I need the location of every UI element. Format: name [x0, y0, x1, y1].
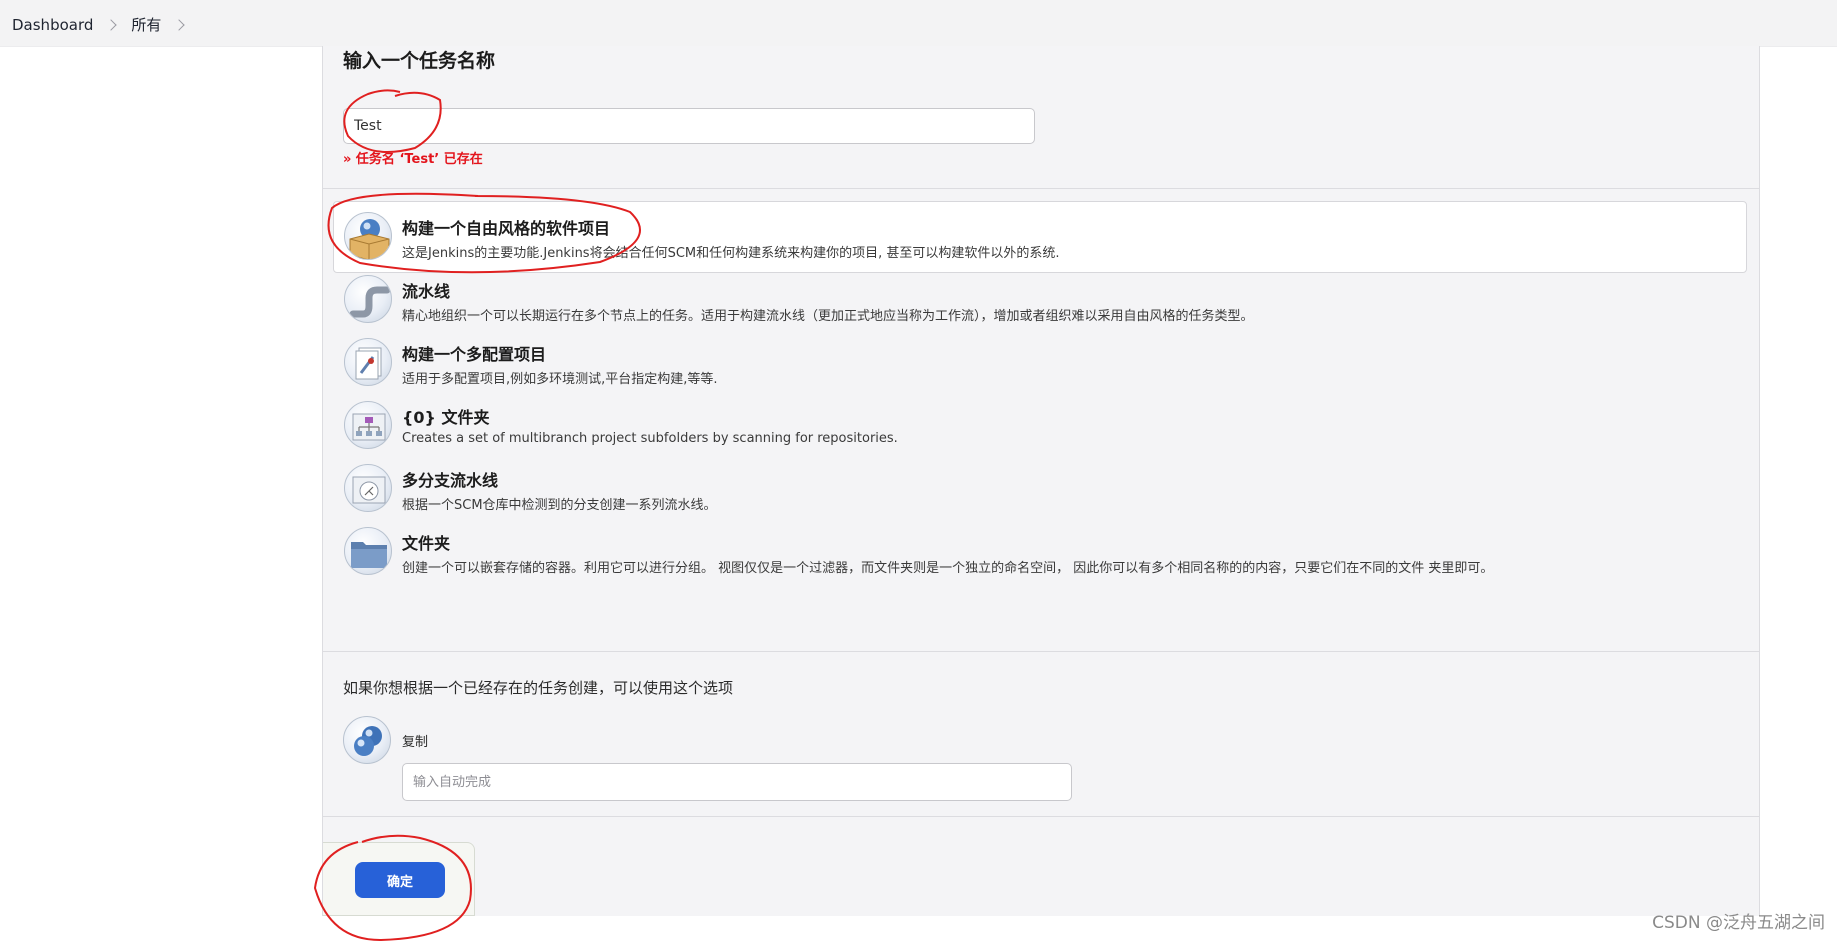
- job-type-desc: 这是Jenkins的主要功能.Jenkins将会结合任何SCM和任何构建系统来构…: [402, 246, 1060, 261]
- copy-from-hint: 如果你想根据一个已经存在的任务创建，可以使用这个选项: [343, 679, 734, 697]
- multibranch-pipeline-icon: [344, 464, 392, 512]
- copy-label: 复制: [402, 735, 429, 750]
- breadcrumb-bar: Dashboard 所有: [0, 0, 1837, 47]
- chevron-right-icon[interactable]: [105, 18, 118, 31]
- item-name-input[interactable]: [343, 108, 1035, 144]
- divider: [323, 651, 1759, 652]
- job-type-pipeline[interactable]: 流水线 精心地组织一个可以长期运行在多个节点上的任务。适用于构建流水线（更加正式…: [333, 264, 1747, 336]
- folder-icon: [344, 527, 392, 575]
- job-type-org-folder[interactable]: {0} 文件夹 Creates a set of multibranch pro…: [333, 390, 1747, 462]
- job-type-multi-config[interactable]: 构建一个多配置项目 适用于多配置项目,例如多环境测试,平台指定构建,等等.: [333, 327, 1747, 399]
- copy-icon: [343, 716, 391, 764]
- job-type-freestyle[interactable]: 构建一个自由风格的软件项目 这是Jenkins的主要功能.Jenkins将会结合…: [333, 201, 1747, 273]
- page-title: 输入一个任务名称: [343, 50, 496, 72]
- pipeline-icon: [344, 275, 392, 323]
- job-type-title: 流水线: [402, 282, 451, 301]
- job-type-multibranch-pipeline[interactable]: 多分支流水线 根据一个SCM仓库中检测到的分支创建一系列流水线。: [333, 453, 1747, 525]
- ok-button[interactable]: 确定: [355, 862, 445, 898]
- divider: [323, 188, 1759, 189]
- job-type-title: 多分支流水线: [402, 471, 499, 490]
- breadcrumb-dashboard[interactable]: Dashboard: [12, 16, 93, 34]
- chevron-right-icon[interactable]: [173, 18, 186, 31]
- job-type-folder[interactable]: 文件夹 创建一个可以嵌套存储的容器。利用它可以进行分组。 视图仅仅是一个过滤器，…: [333, 516, 1747, 588]
- org-folder-icon: [344, 401, 392, 449]
- freestyle-package-icon: [344, 212, 392, 260]
- watermark: CSDN @泛舟五湖之间: [1652, 913, 1825, 933]
- copy-from-input[interactable]: [402, 763, 1072, 801]
- job-type-desc: Creates a set of multibranch project sub…: [402, 431, 898, 446]
- multi-config-icon: [344, 338, 392, 386]
- new-item-panel: 输入一个任务名称 » 任务名 ‘Test’ 已存在 构建一个自由风格的软件项目 …: [322, 46, 1760, 916]
- job-type-title: {0} 文件夹: [402, 408, 490, 427]
- job-type-title: 构建一个自由风格的软件项目: [402, 219, 611, 238]
- breadcrumb: Dashboard 所有: [12, 14, 199, 35]
- job-type-title: 构建一个多配置项目: [402, 345, 547, 364]
- job-type-title: 文件夹: [402, 534, 451, 553]
- divider: [323, 816, 1759, 817]
- job-type-desc: 适用于多配置项目,例如多环境测试,平台指定构建,等等.: [402, 372, 718, 387]
- breadcrumb-all[interactable]: 所有: [131, 14, 161, 35]
- name-error-message: » 任务名 ‘Test’ 已存在: [343, 152, 483, 167]
- job-type-desc: 创建一个可以嵌套存储的容器。利用它可以进行分组。 视图仅仅是一个过滤器，而文件夹…: [402, 561, 1494, 576]
- job-type-desc: 根据一个SCM仓库中检测到的分支创建一系列流水线。: [402, 498, 717, 513]
- job-type-desc: 精心地组织一个可以长期运行在多个节点上的任务。适用于构建流水线（更加正式地应当称…: [402, 309, 1254, 324]
